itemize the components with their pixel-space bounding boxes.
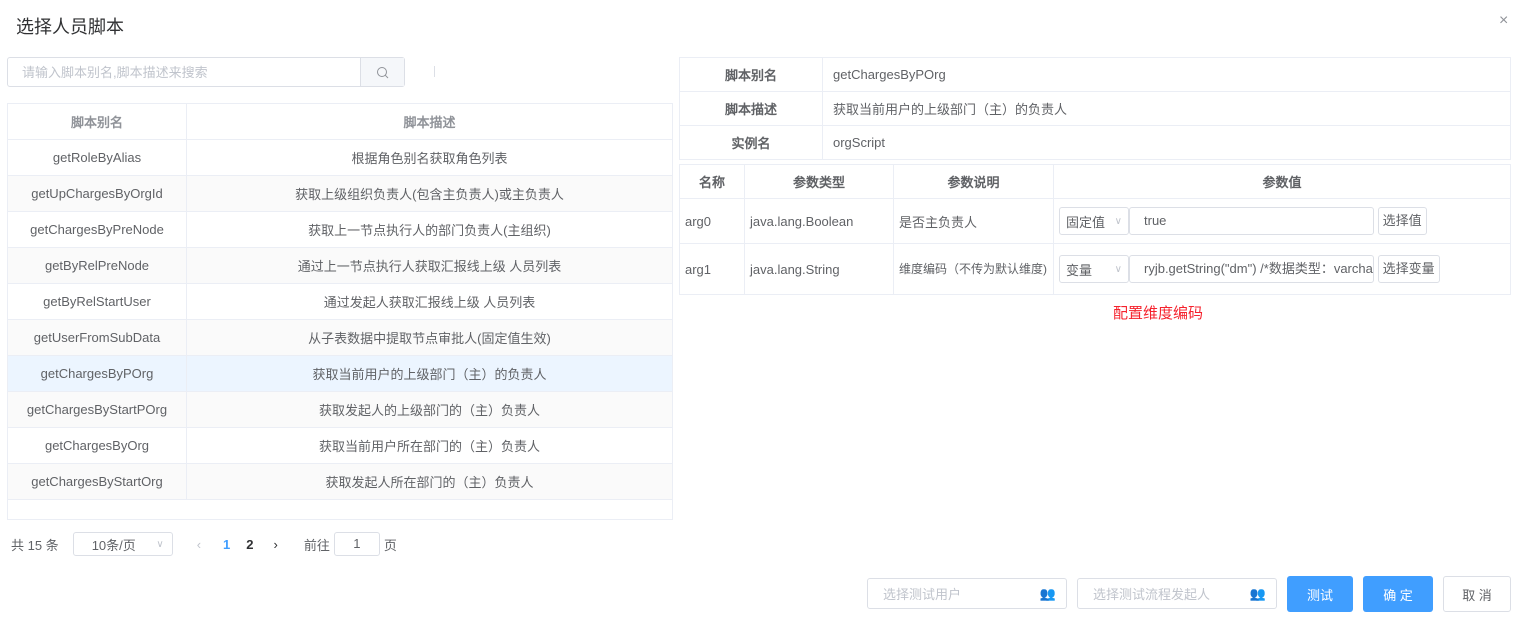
pagination: 共 15 条 10条/页 ∨ ‹ 1 2 › 前往 1 页 [11,532,397,556]
table-row[interactable]: getUserFromSubData 从子表数据中提取节点审批人(固定值生效) [7,319,673,356]
page-2[interactable]: 2 [246,537,253,552]
script-table: 脚本别名 脚本描述 getRoleByAlias 根据角色别名获取角色列表 getU… [7,103,673,500]
info-value: getChargesByPOrg [822,57,1511,92]
value-mode: 固定值 [1066,214,1106,230]
script-desc: 获取发起人的上级部门的（主）负责人 [186,391,673,428]
total-count: 共 15 条 [11,537,59,553]
chevron-down-icon: ∨ [156,538,164,550]
script-desc: 获取当前用户所在部门的（主）负责人 [186,427,673,464]
column-header-alias: 脚本别名 [7,103,187,140]
param-value-cell: 变量 ∨ ryjb.getString("dm") /*数据类型：varchar 选… [1053,243,1511,295]
select-value-button[interactable]: 选择值 [1377,207,1427,235]
param-row: arg0 java.lang.Boolean 是否主负责人 固定值 ∨ true 选… [679,198,1511,244]
column-header-desc: 参数说明 [893,164,1054,199]
script-desc: 通过发起人获取汇报线上级 人员列表 [186,283,673,320]
info-value: orgScript [822,125,1511,160]
page-suffix: 页 [383,537,397,553]
page-size-select[interactable]: 10条/页 ∨ [72,532,173,556]
script-desc: 获取当前用户的上级部门（主）的负责人 [186,355,673,392]
search-box [7,57,405,87]
script-desc: 从子表数据中提取节点审批人(固定值生效) [186,319,673,356]
param-desc: 维度编码（不传为默认维度) [893,243,1054,295]
table-row[interactable]: getChargesByPreNode 获取上一节点执行人的部门负责人(主组织) [7,211,673,248]
script-alias: getChargesByPOrg [7,355,187,392]
confirm-button[interactable]: 确 定 [1363,576,1433,612]
cancel-button[interactable]: 取 消 [1443,576,1511,612]
param-type: java.lang.String [744,243,894,295]
test-starter-placeholder: 选择测试流程发起人 [1093,587,1211,602]
dialog-title: 选择人员脚本 [16,17,124,37]
column-header-name: 名称 [679,164,745,199]
info-label: 脚本别名 [679,57,823,92]
next-page-button[interactable]: › [274,537,278,552]
params-table: 名称 参数类型 参数说明 参数值 arg0 java.lang.Boolean … [679,164,1511,295]
column-header-value: 参数值 [1053,164,1511,199]
script-desc: 根据角色别名获取角色列表 [186,139,673,176]
column-header-desc: 脚本描述 [186,103,673,140]
script-alias: getChargesByPreNode [7,211,187,248]
column-header-type: 参数类型 [744,164,894,199]
script-desc: 获取发起人所在部门的（主）负责人 [186,463,673,500]
table-row[interactable]: getChargesByOrg 获取当前用户所在部门的（主）负责人 [7,427,673,464]
info-label: 实例名 [679,125,823,160]
script-desc: 获取上一节点执行人的部门负责人(主组织) [186,211,673,248]
close-icon[interactable]: × [1499,12,1508,30]
value-mode-select[interactable]: 固定值 ∨ [1059,207,1129,235]
script-desc: 通过上一节点执行人获取汇报线上级 人员列表 [186,247,673,284]
script-alias: getChargesByStartPOrg [7,391,187,428]
test-starter-input[interactable]: 选择测试流程发起人 👥 [1077,578,1277,609]
param-value-cell: 固定值 ∨ true 选择值 [1053,198,1511,244]
script-desc: 获取上级组织负责人(包含主负责人)或主负责人 [186,175,673,212]
param-name: arg1 [679,243,745,295]
script-alias: getUserFromSubData [7,319,187,356]
table-row[interactable]: getRoleByAlias 根据角色别名获取角色列表 [7,139,673,176]
table-row[interactable]: getChargesByStartPOrg 获取发起人的上级部门的（主）负责人 [7,391,673,428]
table-row[interactable]: getChargesByStartOrg 获取发起人所在部门的（主）负责人 [7,463,673,500]
chevron-down-icon: ∨ [1114,263,1122,275]
test-user-input[interactable]: 选择测试用户 👥 [867,578,1067,609]
param-row: arg1 java.lang.String 维度编码（不传为默认维度) 变量 ∨ r… [679,243,1511,295]
script-info-table: 脚本别名 getChargesByPOrg 脚本描述 获取当前用户的上级部门（主）的… [679,57,1511,160]
search-button[interactable] [360,58,404,86]
users-icon: 👥 [1039,585,1056,601]
hint-text: 配置维度编码 [1113,305,1204,322]
script-alias: getChargesByStartOrg [7,463,187,500]
goto-label: 前往 [303,537,330,553]
users-icon: 👥 [1249,585,1266,601]
table-row[interactable]: getByRelPreNode 通过上一节点执行人获取汇报线上级 人员列表 [7,247,673,284]
table-row[interactable]: getUpChargesByOrgId 获取上级组织负责人(包含主负责人)或主负责… [7,175,673,212]
script-alias: getRoleByAlias [7,139,187,176]
param-value-input[interactable]: true [1129,207,1374,235]
table-row[interactable]: getByRelStartUser 通过发起人获取汇报线上级 人员列表 [7,283,673,320]
select-variable-button[interactable]: 选择变量 [1377,255,1440,283]
info-label: 脚本描述 [679,91,823,126]
script-alias: getChargesByOrg [7,427,187,464]
param-type: java.lang.Boolean [744,198,894,244]
value-mode: 变量 [1066,262,1093,278]
script-alias: getUpChargesByOrgId [7,175,187,212]
search-icon [377,66,389,78]
script-alias: getByRelPreNode [7,247,187,284]
test-user-placeholder: 选择测试用户 [883,587,962,602]
goto-page-input[interactable]: 1 [333,532,380,556]
value-mode-select[interactable]: 变量 ∨ [1059,255,1129,283]
divider [434,66,435,77]
test-button[interactable]: 测试 [1287,576,1353,612]
param-name: arg0 [679,198,745,244]
page-size-value: 10条/页 [91,537,136,553]
prev-page-button[interactable]: ‹ [197,537,201,552]
param-value-input[interactable]: ryjb.getString("dm") /*数据类型：varchar [1129,255,1374,283]
script-alias: getByRelStartUser [7,283,187,320]
param-desc: 是否主负责人 [893,198,1054,244]
table-row[interactable]: getChargesByPOrg 获取当前用户的上级部门（主）的负责人 [7,355,673,392]
info-value: 获取当前用户的上级部门（主）的负责人 [822,91,1511,126]
search-input[interactable] [8,58,360,86]
page-1[interactable]: 1 [223,537,230,552]
chevron-down-icon: ∨ [1114,215,1122,227]
